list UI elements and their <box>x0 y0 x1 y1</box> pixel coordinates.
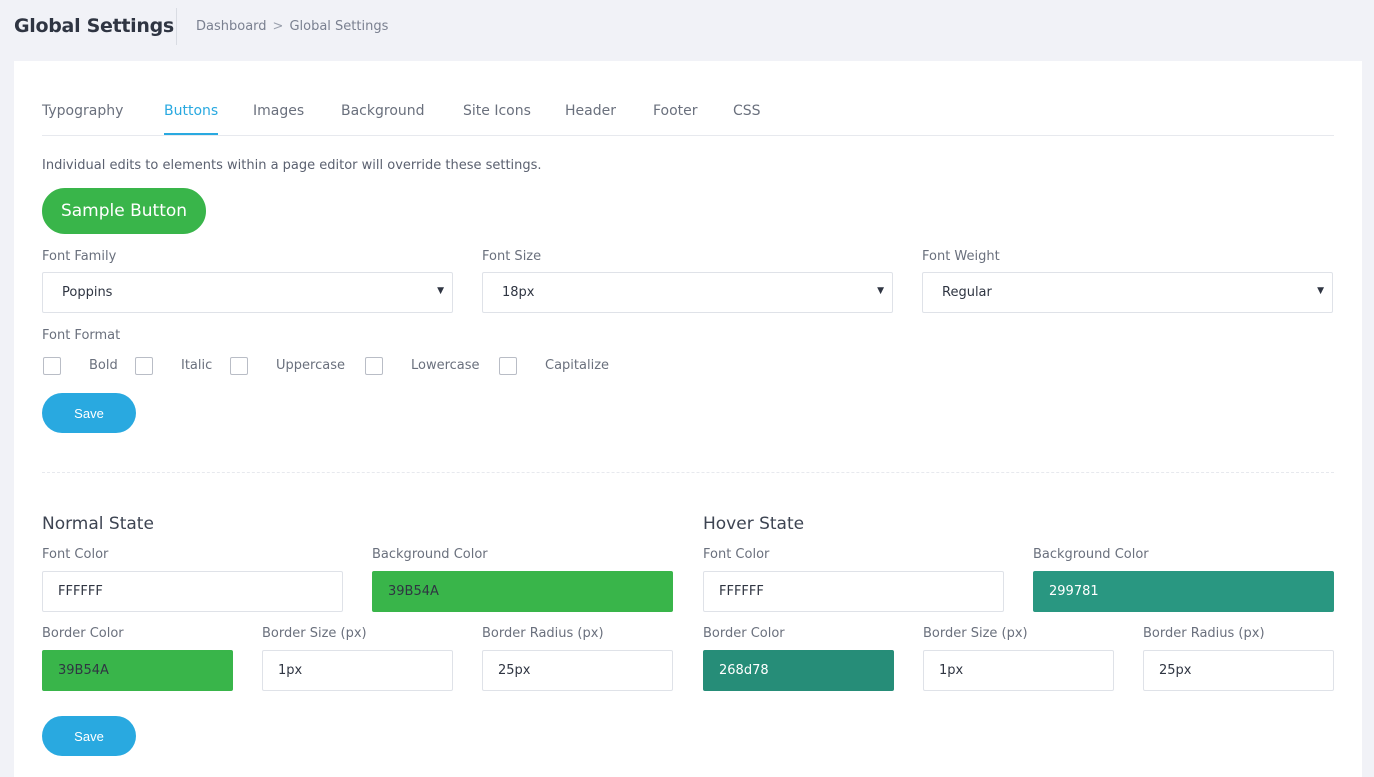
font-weight-label: Font Weight <box>922 249 1000 264</box>
normal-background-color-input[interactable]: 39B54A <box>372 571 673 612</box>
override-note: Individual edits to elements within a pa… <box>42 158 542 173</box>
hover-font-color-input[interactable]: FFFFFF <box>703 571 1004 612</box>
normal-border-color-value: 39B54A <box>58 663 109 678</box>
font-format-label: Font Format <box>42 328 121 343</box>
sample-button[interactable]: Sample Button <box>42 188 206 234</box>
caret-down-icon: ▼ <box>437 286 444 296</box>
breadcrumb-separator: > <box>272 19 284 34</box>
capitalize-checkbox[interactable] <box>499 357 517 375</box>
normal-border-size-value: 1px <box>278 663 303 678</box>
caret-down-icon: ▼ <box>1317 286 1324 296</box>
font-family-label: Font Family <box>42 249 117 264</box>
capitalize-label: Capitalize <box>545 358 610 373</box>
breadcrumb-dashboard-link[interactable]: Dashboard <box>196 19 267 34</box>
italic-checkbox[interactable] <box>135 357 153 375</box>
italic-label: Italic <box>181 358 213 373</box>
normal-background-color-label: Background Color <box>372 547 488 562</box>
page-title: Global Settings <box>14 15 174 37</box>
hover-border-radius-value: 25px <box>1159 663 1192 678</box>
header-divider <box>176 8 177 45</box>
normal-background-color-value: 39B54A <box>388 584 439 599</box>
hover-background-color-input[interactable]: 299781 <box>1033 571 1334 612</box>
hover-border-color-value: 268d78 <box>719 663 769 678</box>
normal-border-radius-value: 25px <box>498 663 531 678</box>
lowercase-checkbox[interactable] <box>365 357 383 375</box>
breadcrumb-current: Global Settings <box>289 19 389 34</box>
save-typography-button[interactable]: Save <box>42 393 136 433</box>
normal-border-size-label: Border Size (px) <box>262 626 367 641</box>
hover-background-color-label: Background Color <box>1033 547 1149 562</box>
tab-css[interactable]: CSS <box>733 103 761 119</box>
hover-border-size-label: Border Size (px) <box>923 626 1028 641</box>
font-size-select[interactable]: 18px ▼ <box>482 272 893 313</box>
tab-header[interactable]: Header <box>565 103 616 119</box>
hover-border-radius-label: Border Radius (px) <box>1143 626 1265 641</box>
font-weight-select[interactable]: Regular ▼ <box>922 272 1333 313</box>
page-header: Global Settings Dashboard > Global Setting… <box>0 0 1374 55</box>
normal-state-title: Normal State <box>42 514 154 534</box>
normal-border-color-label: Border Color <box>42 626 124 641</box>
lowercase-label: Lowercase <box>411 358 480 373</box>
font-size-label: Font Size <box>482 249 542 264</box>
font-family-select[interactable]: Poppins ▼ <box>42 272 453 313</box>
hover-border-radius-input[interactable]: 25px <box>1143 650 1334 691</box>
hover-border-size-value: 1px <box>939 663 964 678</box>
tab-typography[interactable]: Typography <box>42 103 123 119</box>
settings-card: Typography Buttons Images Background Sit… <box>14 61 1362 777</box>
tab-background[interactable]: Background <box>341 103 425 119</box>
tab-footer[interactable]: Footer <box>653 103 698 119</box>
font-weight-value: Regular <box>942 285 992 300</box>
uppercase-label: Uppercase <box>276 358 345 373</box>
uppercase-checkbox[interactable] <box>230 357 248 375</box>
hover-font-color-value: FFFFFF <box>719 584 764 599</box>
hover-border-color-label: Border Color <box>703 626 785 641</box>
bold-checkbox[interactable] <box>43 357 61 375</box>
normal-font-color-label: Font Color <box>42 547 109 562</box>
normal-border-radius-label: Border Radius (px) <box>482 626 604 641</box>
breadcrumb: Dashboard > Global Settings <box>196 19 388 34</box>
section-divider <box>42 472 1334 473</box>
font-size-value: 18px <box>502 285 535 300</box>
hover-border-color-input[interactable]: 268d78 <box>703 650 894 691</box>
hover-font-color-label: Font Color <box>703 547 770 562</box>
active-tab-indicator <box>164 133 218 135</box>
hover-border-size-input[interactable]: 1px <box>923 650 1114 691</box>
tab-site-icons[interactable]: Site Icons <box>463 103 531 119</box>
normal-font-color-value: FFFFFF <box>58 584 103 599</box>
settings-tabs: Typography Buttons Images Background Sit… <box>42 97 1334 136</box>
bold-label: Bold <box>89 358 118 373</box>
hover-state-title: Hover State <box>703 514 805 534</box>
hover-background-color-value: 299781 <box>1049 584 1099 599</box>
normal-font-color-input[interactable]: FFFFFF <box>42 571 343 612</box>
normal-border-radius-input[interactable]: 25px <box>482 650 673 691</box>
save-states-button[interactable]: Save <box>42 716 136 756</box>
tab-buttons[interactable]: Buttons <box>164 103 218 119</box>
tab-images[interactable]: Images <box>253 103 304 119</box>
normal-border-color-input[interactable]: 39B54A <box>42 650 233 691</box>
font-family-value: Poppins <box>62 285 113 300</box>
caret-down-icon: ▼ <box>877 286 884 296</box>
normal-border-size-input[interactable]: 1px <box>262 650 453 691</box>
